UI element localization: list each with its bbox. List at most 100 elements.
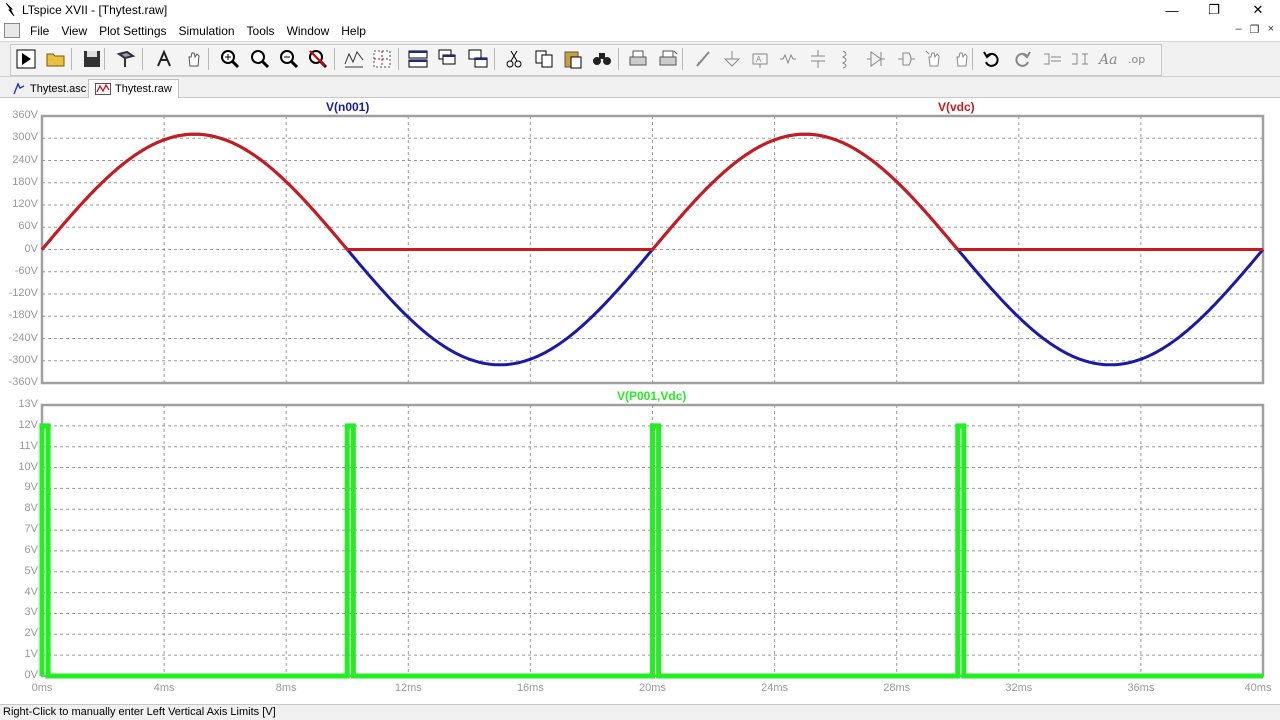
wire-button[interactable]	[692, 47, 716, 71]
schematic-icon	[13, 81, 25, 94]
rotate-icon	[1044, 53, 1061, 65]
close-button[interactable]: ✕	[1236, 0, 1280, 20]
ground-icon	[723, 51, 741, 67]
cut-icon	[506, 50, 522, 68]
inductor-button[interactable]	[834, 47, 858, 71]
drag-icon	[956, 52, 968, 67]
paste-icon	[564, 51, 582, 69]
menu-plot-settings[interactable]: Plot Settings	[93, 23, 172, 39]
undo-button[interactable]	[980, 47, 1004, 71]
redo-button[interactable]	[1010, 47, 1034, 71]
minimize-button[interactable]: —	[1150, 0, 1194, 20]
component-icon	[898, 52, 915, 66]
toolbar-separator	[334, 48, 335, 70]
cascade-icon	[438, 49, 456, 65]
run-icon	[16, 49, 36, 69]
label-icon: A	[752, 53, 768, 68]
zoom-out-icon	[280, 50, 299, 69]
restore-button[interactable]: ❐	[1192, 0, 1236, 20]
control-panel-button[interactable]	[114, 47, 138, 71]
halt-icon	[157, 49, 171, 67]
tab-label: Thytest.raw	[115, 83, 172, 95]
zoom-full-button[interactable]	[248, 47, 272, 71]
window-title: LTspice XVII - [Thytest.raw]	[22, 3, 168, 17]
text-button[interactable]: Aa	[1096, 47, 1120, 71]
drag-button[interactable]	[950, 47, 974, 71]
undo-icon	[983, 51, 999, 67]
copy-button[interactable]	[532, 47, 556, 71]
toolbar-separator	[104, 48, 105, 70]
toolbar-separator	[398, 48, 399, 70]
paste-button[interactable]	[561, 47, 585, 71]
zoom-in-button[interactable]	[218, 47, 242, 71]
cascade-button[interactable]	[436, 47, 460, 71]
menu-bar: File View Plot Settings Simulation Tools…	[0, 20, 1280, 41]
mirror-button[interactable]	[1068, 47, 1092, 71]
zoom-full-icon	[251, 50, 270, 69]
component-button[interactable]	[894, 47, 918, 71]
grid-icon	[373, 50, 391, 68]
menu-view[interactable]: View	[55, 23, 93, 39]
autorange-button[interactable]	[342, 47, 366, 71]
inductor-icon	[841, 50, 847, 69]
print-icon	[629, 50, 647, 66]
menu-file[interactable]: File	[24, 23, 55, 39]
tab-thytest-asc[interactable]: Thytest.asc	[6, 79, 92, 98]
zoom-in-icon	[221, 50, 240, 69]
svg-text:.op: .op	[1128, 53, 1145, 66]
text-icon: Aa	[1097, 52, 1117, 68]
cut-button[interactable]	[502, 47, 526, 71]
run-button[interactable]	[14, 47, 38, 71]
mdi-document-icon[interactable]	[4, 23, 20, 38]
spice-directive-icon: .op	[1128, 53, 1145, 66]
find-button[interactable]	[590, 47, 614, 71]
mdi-minimize-button[interactable]: –	[1236, 23, 1242, 36]
rotate-button[interactable]	[1040, 47, 1064, 71]
tile-horizontal-button[interactable]	[406, 47, 430, 71]
toolbar-separator	[972, 48, 973, 70]
open-button[interactable]	[44, 47, 68, 71]
toolbar-separator	[682, 48, 683, 70]
wire-icon	[696, 51, 710, 67]
print-setup-icon	[659, 50, 678, 66]
waveform-viewer[interactable]: V(n001) V(vdc) V(P001,Vdc) 360V 300V 240V 1…	[0, 98, 1280, 704]
move-icon	[925, 50, 940, 67]
status-bar: Right-Click to manually enter Left Verti…	[0, 704, 1280, 720]
mirror-icon	[1072, 53, 1088, 65]
menu-help[interactable]: Help	[335, 23, 372, 39]
tab-thytest-raw[interactable]: Thytest.raw	[88, 79, 179, 98]
resistor-button[interactable]	[776, 47, 800, 71]
label-button[interactable]: A	[748, 47, 772, 71]
diode-button[interactable]	[864, 47, 888, 71]
menu-items: File View Plot Settings Simulation Tools…	[24, 23, 372, 39]
zoom-cancel-button[interactable]	[306, 47, 330, 71]
open-icon	[46, 53, 65, 67]
tile-horizontal-icon	[408, 50, 428, 68]
svg-text:A: A	[756, 55, 762, 64]
find-icon	[593, 53, 611, 65]
move-button[interactable]	[922, 47, 946, 71]
zoom-out-button[interactable]	[277, 47, 301, 71]
save-icon	[84, 51, 100, 67]
menu-tools[interactable]: Tools	[241, 23, 281, 39]
menu-window[interactable]: Window	[281, 23, 336, 39]
pan-hand-button[interactable]	[182, 47, 206, 71]
ltspice-app-icon[interactable]	[4, 2, 18, 17]
halt-button[interactable]	[152, 47, 176, 71]
grid-button[interactable]	[370, 47, 394, 71]
ground-button[interactable]	[720, 47, 744, 71]
document-tabs: Thytest.asc Thytest.raw	[0, 77, 1280, 98]
save-button[interactable]	[80, 47, 104, 71]
mdi-restore-button[interactable]: ❐	[1250, 23, 1260, 36]
capacitor-button[interactable]	[806, 47, 830, 71]
mdi-close-button[interactable]: ×	[1268, 23, 1274, 36]
redo-icon	[1015, 51, 1031, 67]
autorange-icon	[344, 50, 364, 68]
plot-canvas[interactable]	[0, 98, 1280, 704]
print-button[interactable]	[626, 47, 650, 71]
print-setup-button[interactable]	[656, 47, 680, 71]
tile-vertical-button[interactable]	[466, 47, 490, 71]
spice-directive-button[interactable]: .op	[1126, 47, 1150, 71]
menu-simulation[interactable]: Simulation	[173, 23, 241, 39]
diode-icon	[867, 51, 885, 67]
